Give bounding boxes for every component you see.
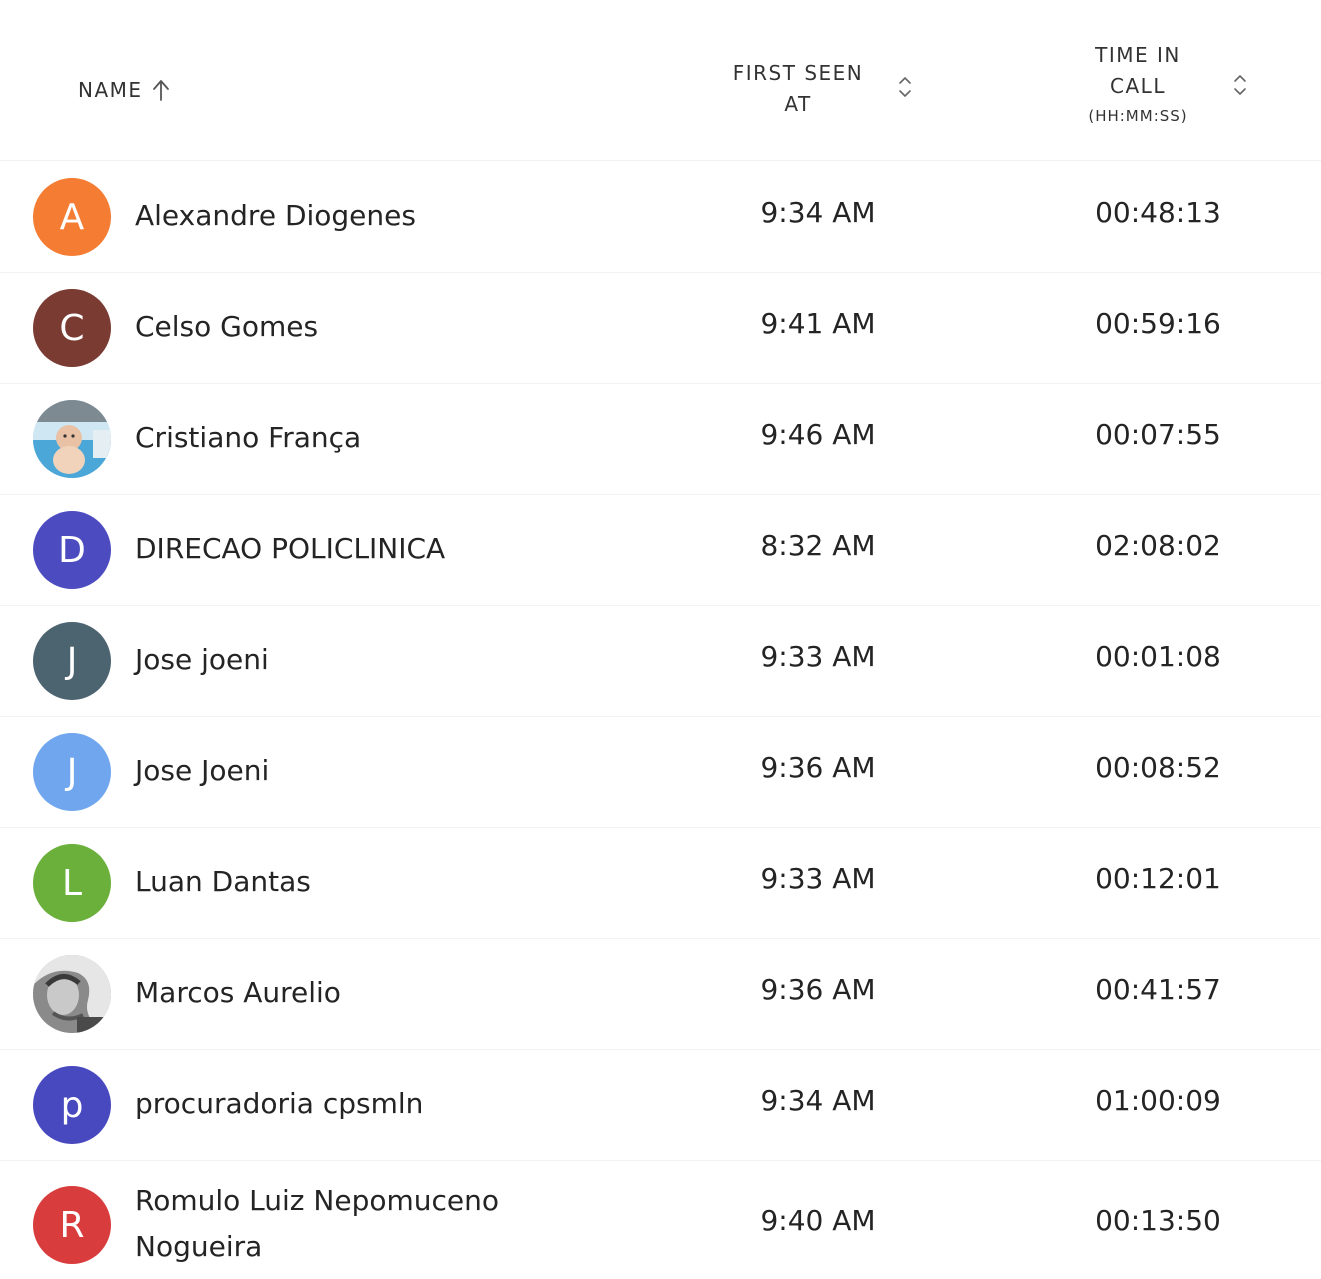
avatar-letter: J — [66, 751, 78, 793]
participants-table: NAME FIRST SEEN AT TIME IN CALL (HH:MM:S… — [0, 0, 1321, 1279]
avatar: R — [33, 1186, 111, 1264]
avatar-letter: L — [61, 862, 83, 904]
table-header: NAME FIRST SEEN AT TIME IN CALL (HH:MM:S… — [0, 0, 1321, 161]
participant-name: Romulo Luiz Nepomuceno Nogueira — [135, 1184, 499, 1263]
table-row[interactable]: p procuradoria cpsmln 9:34 AM 01:00:09 — [0, 1049, 1321, 1161]
participant-name: DIRECAO POLICLINICA — [135, 532, 446, 565]
photo-avatar-icon — [33, 955, 111, 1033]
column-header-time-line2: CALL — [1110, 74, 1166, 98]
time-in-call-value: 00:08:52 — [1095, 751, 1221, 784]
time-in-call-value: 00:13:50 — [1095, 1204, 1221, 1237]
first-seen-value: 9:34 AM — [760, 1084, 876, 1117]
sort-updown-icon[interactable] — [1232, 72, 1248, 98]
first-seen-value: 9:41 AM — [760, 307, 876, 340]
participant-name: Jose Joeni — [135, 754, 270, 787]
avatar: D — [33, 511, 111, 589]
first-seen-value: 9:33 AM — [760, 862, 876, 895]
table-row[interactable]: J Jose joeni 9:33 AM 00:01:08 — [0, 605, 1321, 717]
time-in-call-value: 00:12:01 — [1095, 862, 1221, 895]
participant-name: Jose joeni — [135, 643, 269, 676]
avatar-letter: D — [58, 529, 86, 571]
avatar: C — [33, 289, 111, 367]
table-row[interactable]: D DIRECAO POLICLINICA 8:32 AM 02:08:02 — [0, 494, 1321, 606]
sort-updown-icon[interactable] — [897, 74, 913, 100]
first-seen-value: 8:32 AM — [760, 529, 876, 562]
participant-name: Marcos Aurelio — [135, 976, 341, 1009]
column-header-time-line1: TIME IN — [1095, 43, 1181, 67]
time-in-call-value: 01:00:09 — [1095, 1084, 1221, 1117]
avatar-letter: R — [59, 1204, 85, 1246]
avatar: p — [33, 1066, 111, 1144]
column-header-first-seen-line2: AT — [784, 92, 812, 116]
time-in-call-value: 00:59:16 — [1095, 307, 1221, 340]
table-row[interactable]: C Celso Gomes 9:41 AM 00:59:16 — [0, 272, 1321, 384]
first-seen-value: 9:34 AM — [760, 196, 876, 229]
time-in-call-value: 00:01:08 — [1095, 640, 1221, 673]
table-row[interactable]: Marcos Aurelio 9:36 AM 00:41:57 — [0, 938, 1321, 1050]
time-in-call-value: 00:41:57 — [1095, 973, 1221, 1006]
avatar-letter: C — [59, 307, 85, 349]
arrow-up-icon — [151, 78, 171, 102]
avatar-letter: p — [60, 1084, 84, 1126]
avatar: L — [33, 844, 111, 922]
table-row[interactable]: L Luan Dantas 9:33 AM 00:12:01 — [0, 827, 1321, 939]
column-header-time-in-call[interactable]: TIME IN CALL (HH:MM:SS) — [1040, 40, 1236, 130]
table-row[interactable]: R Romulo Luiz Nepomuceno Nogueira 9:40 A… — [0, 1160, 1321, 1279]
first-seen-value: 9:33 AM — [760, 640, 876, 673]
participant-name: Cristiano França — [135, 421, 362, 454]
avatar: A — [33, 178, 111, 256]
table-row[interactable]: Cristiano França 9:46 AM 00:07:55 — [0, 383, 1321, 495]
participant-name: Luan Dantas — [135, 865, 311, 898]
first-seen-value: 9:36 AM — [760, 751, 876, 784]
avatar-letter: A — [59, 196, 85, 238]
first-seen-value: 9:36 AM — [760, 973, 876, 1006]
first-seen-value: 9:46 AM — [760, 418, 876, 451]
participant-name: Alexandre Diogenes — [135, 199, 416, 232]
column-header-time-unit: (HH:MM:SS) — [1088, 107, 1188, 125]
time-in-call-value: 00:48:13 — [1095, 196, 1221, 229]
time-in-call-value: 02:08:02 — [1095, 529, 1221, 562]
photo-avatar-icon — [33, 400, 111, 478]
first-seen-value: 9:40 AM — [760, 1204, 876, 1237]
table-row[interactable]: A Alexandre Diogenes 9:34 AM 00:48:13 — [0, 161, 1321, 273]
participant-name: Celso Gomes — [135, 310, 319, 343]
time-in-call-value: 00:07:55 — [1095, 418, 1221, 451]
column-header-name[interactable]: NAME — [78, 78, 171, 102]
participant-name: procuradoria cpsmln — [135, 1087, 424, 1120]
table-row[interactable]: J Jose Joeni 9:36 AM 00:08:52 — [0, 716, 1321, 828]
avatar: J — [33, 622, 111, 700]
column-header-first-seen[interactable]: FIRST SEEN AT — [700, 58, 896, 120]
avatar: J — [33, 733, 111, 811]
column-header-first-seen-line1: FIRST SEEN — [732, 61, 864, 85]
avatar-letter: J — [66, 640, 78, 682]
column-header-name-label: NAME — [78, 78, 143, 102]
